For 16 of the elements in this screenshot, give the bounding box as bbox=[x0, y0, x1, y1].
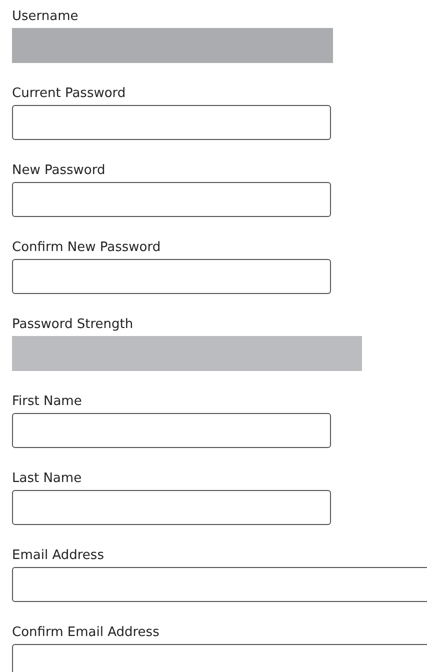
input-field[interactable] bbox=[12, 413, 331, 448]
field-label: Last Name bbox=[12, 470, 83, 488]
field-label: Confirm New Password bbox=[12, 239, 162, 257]
input-field[interactable] bbox=[12, 105, 331, 140]
field-label: Email Address bbox=[12, 547, 105, 565]
field-label: Confirm Email Address bbox=[12, 624, 160, 642]
input-field[interactable] bbox=[12, 490, 331, 525]
input-field[interactable] bbox=[12, 259, 331, 294]
field-label: New Password bbox=[12, 162, 106, 180]
input-field[interactable] bbox=[12, 182, 331, 217]
input-field[interactable] bbox=[12, 567, 427, 602]
field-label: First Name bbox=[12, 393, 83, 411]
input-field[interactable] bbox=[12, 644, 427, 672]
field-label: Password Strength bbox=[12, 316, 134, 334]
field-label: Username bbox=[12, 8, 80, 26]
field-label: Current Password bbox=[12, 85, 127, 103]
